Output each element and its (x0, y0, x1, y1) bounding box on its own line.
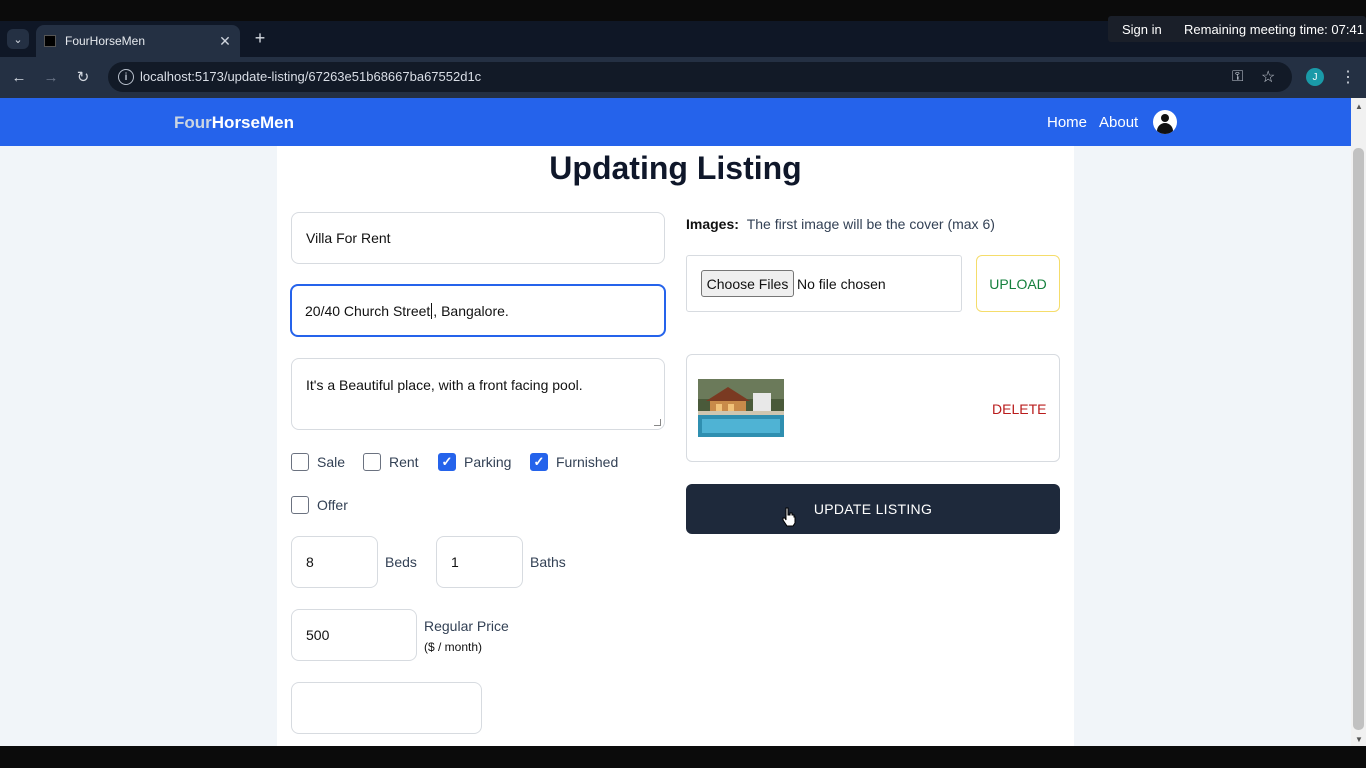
address-input[interactable]: 20/40 Church Street, Bangalore. (290, 284, 666, 337)
beds-input[interactable]: 8 (291, 536, 378, 588)
screen-bottom-strip (0, 746, 1366, 768)
nav-about-link[interactable]: About (1099, 114, 1138, 131)
resize-handle-icon[interactable] (654, 419, 661, 426)
rent-label: Rent (389, 454, 419, 470)
browser-toolbar: ← → ↻ i localhost:5173/update-listing/67… (0, 57, 1366, 98)
discount-price-input[interactable] (291, 682, 482, 734)
images-label-bold: Images: (686, 216, 739, 232)
baths-input[interactable]: 1 (436, 536, 523, 588)
site-info-icon[interactable]: i (118, 69, 134, 85)
browser-menu-icon[interactable]: ⋮ (1340, 67, 1356, 87)
choose-files-button[interactable]: Choose Files (701, 270, 794, 297)
furnished-label: Furnished (556, 454, 619, 470)
no-file-text: No file chosen (797, 276, 886, 292)
delete-image-button[interactable]: DELETE (992, 401, 1046, 417)
name-input-value: Villa For Rent (306, 230, 391, 246)
regular-price-input[interactable]: 500 (291, 609, 417, 661)
tab-close-icon[interactable]: ✕ (216, 33, 234, 50)
sign-in-link[interactable]: Sign in (1108, 22, 1184, 37)
scroll-up-icon[interactable]: ▲ (1355, 102, 1363, 111)
upload-button[interactable]: UPLOAD (976, 255, 1060, 312)
reload-icon[interactable]: ↻ (73, 67, 93, 87)
page-viewport: FourHorseMen Home About Updating Listing… (0, 98, 1366, 746)
beds-label: Beds (385, 554, 417, 570)
forward-arrow-icon[interactable]: → (41, 67, 61, 87)
site-header: FourHorseMen Home About (0, 98, 1351, 146)
brand-part-1: Four (174, 113, 212, 132)
meeting-timer: Remaining meeting time: 07:41 (1184, 21, 1364, 37)
offer-label: Offer (317, 497, 348, 513)
hand-cursor-icon (782, 507, 796, 527)
regular-price-value: 500 (306, 627, 330, 643)
browser-tab[interactable]: FourHorseMen ✕ (36, 25, 240, 57)
new-tab-button[interactable]: + (250, 27, 270, 49)
name-input[interactable]: Villa For Rent (291, 212, 665, 264)
page-scrollbar[interactable]: ▲ ▼ (1351, 98, 1366, 746)
back-arrow-icon[interactable]: ← (9, 67, 29, 87)
sale-label: Sale (317, 454, 346, 470)
offer-checkbox[interactable]: Offer (291, 496, 348, 514)
file-input[interactable]: Choose Files No file chosen (686, 255, 962, 312)
sale-checkbox[interactable]: Sale (291, 453, 345, 471)
baths-value: 1 (451, 554, 459, 570)
brand-logo[interactable]: FourHorseMen (174, 113, 294, 133)
tab-title: FourHorseMen (65, 34, 146, 48)
listing-form-card: Updating Listing Villa For Rent 20/40 Ch… (277, 146, 1074, 746)
uploaded-image-row: DELETE (686, 354, 1060, 462)
sale-checkbox-box[interactable] (291, 453, 309, 471)
profile-avatar[interactable]: J (1306, 68, 1324, 86)
furnished-checkbox[interactable]: ✓ Furnished (530, 453, 618, 471)
regular-price-unit: ($ / month) (424, 640, 483, 654)
scroll-thumb[interactable] (1353, 148, 1364, 730)
description-textarea[interactable]: It's a Beautiful place, with a front fac… (291, 358, 665, 430)
beds-value: 8 (306, 554, 314, 570)
address-input-value-end: , Bangalore. (433, 302, 509, 319)
baths-label: Baths (530, 554, 566, 570)
text-caret (431, 302, 433, 319)
regular-price-label: Regular Price (424, 618, 509, 634)
password-key-icon[interactable]: ⚿ (1232, 68, 1243, 85)
bookmark-star-icon[interactable]: ☆ (1261, 67, 1275, 87)
description-value: It's a Beautiful place, with a front fac… (306, 377, 583, 393)
tab-search-button[interactable]: ⌄ (7, 29, 29, 49)
rent-checkbox[interactable]: Rent (363, 453, 419, 471)
url-text[interactable]: localhost:5173/update-listing/67263e51b6… (140, 69, 481, 84)
update-listing-button[interactable]: UPDATE LISTING (686, 484, 1060, 534)
address-input-value-start: 20/40 Church Street (305, 302, 431, 319)
offer-checkbox-box[interactable] (291, 496, 309, 514)
parking-checkbox-box[interactable]: ✓ (438, 453, 456, 471)
rent-checkbox-box[interactable] (363, 453, 381, 471)
images-label-hint: The first image will be the cover (max 6… (746, 216, 995, 232)
images-label: Images: The first image will be the cove… (686, 216, 995, 232)
favicon-icon (44, 35, 56, 47)
address-bar[interactable]: i localhost:5173/update-listing/67263e51… (108, 62, 1292, 92)
parking-checkbox[interactable]: ✓ Parking (438, 453, 511, 471)
listing-image-thumbnail (698, 379, 784, 437)
furnished-checkbox-box[interactable]: ✓ (530, 453, 548, 471)
nav-home-link[interactable]: Home (1047, 114, 1087, 131)
parking-label: Parking (464, 454, 512, 470)
brand-part-2: HorseMen (211, 113, 294, 132)
page-title: Updating Listing (549, 150, 802, 186)
user-avatar-icon[interactable] (1153, 110, 1177, 134)
meeting-overlay: Sign in Remaining meeting time: 07:41 (1108, 16, 1366, 42)
scroll-down-icon[interactable]: ▼ (1355, 735, 1363, 744)
